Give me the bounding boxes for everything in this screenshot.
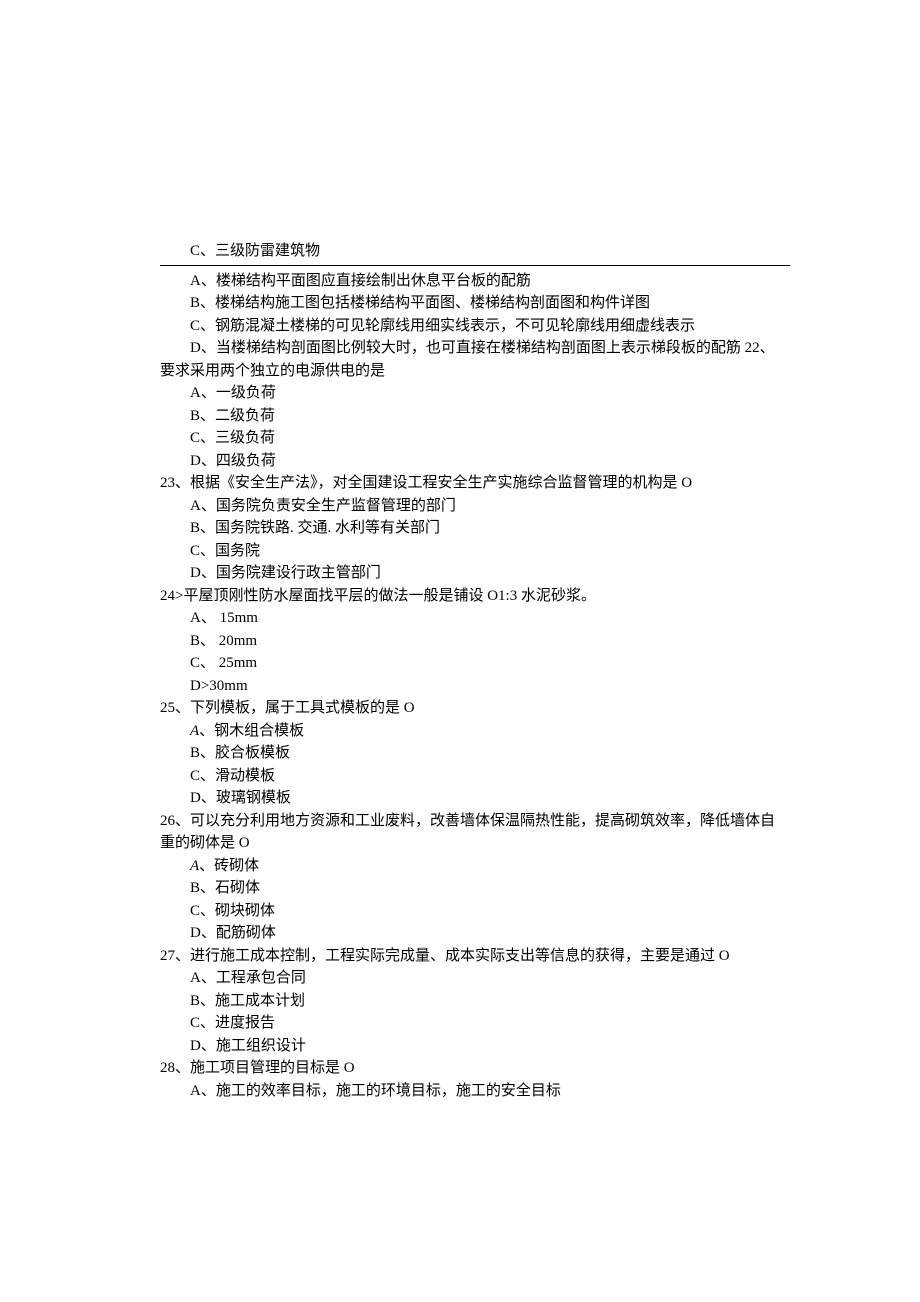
text-line: B、二级负荷 [160, 405, 790, 428]
text-line: B、国务院铁路. 交通. 水利等有关部门 [160, 517, 790, 540]
text-line: D、国务院建设行政主管部门 [160, 562, 790, 585]
text-line: D、配筋砌体 [160, 922, 790, 945]
text-line: B、楼梯结构施工图包括楼梯结构平面图、楼梯结构剖面图和构件详图 [160, 292, 790, 315]
option-letter: A [190, 723, 199, 739]
option-text: 、钢木组合模板 [199, 723, 304, 739]
text-line: A、施工的效率目标，施工的环境目标，施工的安全目标 [160, 1080, 790, 1103]
text-line: A、砖砌体 [160, 855, 790, 878]
text-line: C、三级防雷建筑物 [160, 240, 790, 263]
text-line: B、施工成本计划 [160, 990, 790, 1013]
text-line: D>30mm [160, 675, 790, 698]
text-line: C、进度报告 [160, 1012, 790, 1035]
document-page: C、三级防雷建筑物 A、楼梯结构平面图应直接绘制出休息平台板的配筋B、楼梯结构施工… [0, 0, 920, 1302]
text-line: C、滑动模板 [160, 765, 790, 788]
text-line: B、胶合板模板 [160, 742, 790, 765]
text-line: A、 15mm [160, 607, 790, 630]
text-line: C、 25mm [160, 652, 790, 675]
text-line: D、施工组织设计 [160, 1035, 790, 1058]
text-line: A、钢木组合模板 [160, 720, 790, 743]
text-line: 要求采用两个独立的电源供电的是 [160, 360, 790, 383]
text-line: B、石砌体 [160, 877, 790, 900]
text-line: A、一级负荷 [160, 382, 790, 405]
text-line: B、 20mm [160, 630, 790, 653]
text-line: C、钢筋混凝土楼梯的可见轮廓线用细实线表示，不可见轮廓线用细虚线表示 [160, 315, 790, 338]
option-letter: A [190, 858, 199, 874]
text-line: D、四级负荷 [160, 450, 790, 473]
text-line: 23、根据《安全生产法》，对全国建设工程安全生产实施综合监督管理的机构是 O [160, 472, 790, 495]
text-line: A、国务院负责安全生产监督管理的部门 [160, 495, 790, 518]
text-line: 25、下列模板，属于工具式模板的是 O [160, 697, 790, 720]
text-line: D、玻璃钢模板 [160, 787, 790, 810]
separator-line [160, 265, 790, 266]
text-line: A、楼梯结构平面图应直接绘制出休息平台板的配筋 [160, 270, 790, 293]
text-line: A、工程承包合同 [160, 967, 790, 990]
text-line: C、国务院 [160, 540, 790, 563]
text-line: 27、进行施工成本控制，工程实际完成量、成本实际支出等信息的获得，主要是通过 O [160, 945, 790, 968]
option-text: 、砖砌体 [199, 858, 259, 874]
text-line: D、当楼梯结构剖面图比例较大时，也可直接在楼梯结构剖面图上表示梯段板的配筋 22… [160, 337, 790, 360]
text-line: C、三级负荷 [160, 427, 790, 450]
text-line: C、砌块砌体 [160, 900, 790, 923]
document-content: C、三级防雷建筑物 A、楼梯结构平面图应直接绘制出休息平台板的配筋B、楼梯结构施工… [160, 240, 790, 1102]
text-line: 24>平屋顶刚性防水屋面找平层的做法一般是铺设 O1:3 水泥砂浆。 [160, 585, 790, 608]
text-line: 26、可以充分利用地方资源和工业废料，改善墙体保温隔热性能，提高砌筑效率，降低墙… [160, 810, 790, 833]
text-line: 28、施工项目管理的目标是 O [160, 1057, 790, 1080]
text-line: 重的砌体是 O [160, 832, 790, 855]
